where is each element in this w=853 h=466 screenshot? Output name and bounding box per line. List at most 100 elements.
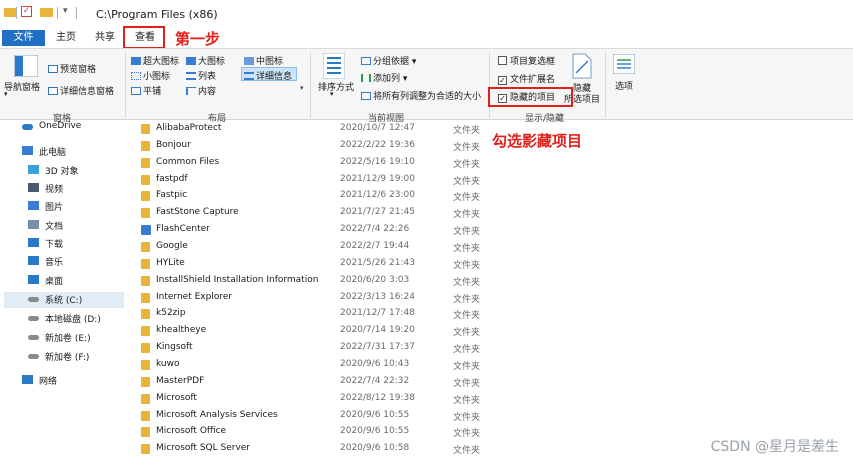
navigation-pane-dropdown-icon[interactable]: ▾ [4, 90, 8, 98]
sort-by-icon[interactable] [323, 53, 345, 79]
file-type: 文件夹 [453, 429, 481, 440]
layout-large-icons[interactable]: 大图标 [186, 54, 225, 67]
file-type: 文件夹 [453, 446, 481, 457]
file-name: Kingsoft [156, 342, 193, 353]
navigation-pane-icon[interactable] [14, 55, 38, 77]
file-type: 文件夹 [453, 210, 481, 221]
layout-details[interactable]: 详细信息 [244, 69, 292, 82]
file-type: 文件夹 [453, 395, 481, 406]
file-date: 2020/9/6 10:55 [340, 409, 410, 420]
drive-icon [28, 297, 39, 302]
fit-columns-button[interactable]: 将所有列调整为合适的大小 [361, 89, 481, 102]
preview-pane-label: 预览窗格 [60, 65, 97, 75]
file-type: 文件夹 [453, 193, 481, 204]
file-row[interactable]: HYLite 2021/5/26 21:43 文件夹 [140, 256, 490, 272]
separator [76, 7, 77, 19]
properties-check-icon[interactable]: ✓ [21, 6, 32, 17]
video-icon [28, 183, 39, 192]
watermark: CSDN @星月是差生 [710, 439, 839, 455]
file-row[interactable]: Microsoft Office 2020/9/6 10:55 文件夹 [140, 424, 490, 440]
group-by-button[interactable]: 分组依据 ▾ [361, 54, 416, 67]
drive-icon [28, 316, 39, 321]
download-icon [28, 238, 39, 247]
add-column-button[interactable]: 添加列 ▾ [361, 71, 407, 84]
label: 小图标 [143, 72, 171, 82]
file-name: FastStone Capture [156, 207, 239, 218]
file-extensions-toggle[interactable]: ✓ 文件扩展名 [498, 72, 555, 85]
nav-item-label: 新加卷 (E:) [45, 334, 91, 344]
layout-list[interactable]: 列表 [186, 69, 216, 82]
file-type: 文件夹 [453, 227, 481, 238]
layout-content[interactable]: 内容 [186, 84, 216, 97]
sort-by-dropdown-icon[interactable]: ▾ [330, 90, 334, 98]
label: 文件扩展名 [510, 75, 556, 85]
file-type: 文件夹 [453, 142, 481, 153]
file-row[interactable]: Bonjour 2022/2/22 19:36 文件夹 [140, 138, 490, 154]
item-checkboxes-toggle[interactable]: 项目复选框 [498, 54, 555, 67]
file-row[interactable]: Internet Explorer 2022/3/13 16:24 文件夹 [140, 290, 490, 306]
file-row[interactable]: FastStone Capture 2021/7/27 21:45 文件夹 [140, 205, 490, 221]
options-icon[interactable] [613, 54, 635, 74]
file-name: InstallShield Installation Information [156, 274, 319, 285]
group-label-show-hide: 显示/隐藏 [525, 114, 565, 124]
file-type: 文件夹 [453, 378, 481, 389]
file-row[interactable]: Common Files 2022/5/16 19:10 文件夹 [140, 155, 490, 171]
label: 平铺 [143, 87, 162, 97]
file-row[interactable]: MasterPDF 2022/7/4 22:32 文件夹 [140, 374, 490, 390]
file-row[interactable]: Google 2022/2/7 19:44 文件夹 [140, 239, 490, 255]
file-date: 2022/7/4 22:32 [340, 375, 410, 386]
label: 内容 [198, 87, 217, 97]
file-name: HYLite [156, 257, 185, 268]
folder-icon [141, 174, 150, 185]
file-row[interactable]: fastpdf 2021/12/9 19:00 文件夹 [140, 172, 490, 188]
layout-extra-large-icons[interactable]: 超大图标 [131, 54, 179, 67]
file-row[interactable]: Kingsoft 2022/7/31 17:37 文件夹 [140, 340, 490, 356]
extra-large-icons-icon [131, 57, 141, 65]
file-row[interactable]: Microsoft SQL Server 2020/9/6 10:58 文件夹 [140, 441, 490, 457]
navigation-pane-button[interactable]: 导航窗格 [4, 80, 40, 93]
ribbon [0, 48, 853, 120]
file-row[interactable]: Fastpic 2021/12/6 23:00 文件夹 [140, 188, 490, 204]
group-separator [605, 52, 606, 118]
file-name: FlashCenter [156, 224, 210, 235]
sort-by-button[interactable]: 排序方式 [318, 80, 354, 93]
layout-tiles[interactable]: 平铺 [131, 84, 161, 97]
tab-share[interactable]: 共享 [91, 30, 119, 46]
details-pane-button[interactable]: 详细信息窗格 [48, 84, 114, 97]
file-row[interactable]: khealtheye 2020/7/14 19:20 文件夹 [140, 323, 490, 339]
file-row[interactable]: InstallShield Installation Information 20… [140, 273, 490, 289]
tab-home[interactable]: 主页 [52, 30, 80, 46]
new-folder-icon[interactable] [40, 8, 53, 17]
file-row[interactable]: AlibabaProtect 2020/10/7 12:47 文件夹 [140, 121, 490, 137]
tab-file[interactable]: 文件 [2, 30, 45, 46]
label: 添加列 [373, 74, 401, 84]
file-row[interactable]: Microsoft 2022/8/12 19:38 文件夹 [140, 391, 490, 407]
computer-icon [22, 146, 33, 155]
file-name: Common Files [156, 156, 220, 167]
nav-item-label: 视频 [45, 185, 64, 195]
options-button[interactable]: 选项 [615, 79, 633, 92]
file-row[interactable]: Microsoft Analysis Services 2020/9/6 10:5… [140, 408, 490, 424]
file-extensions-checkbox[interactable]: ✓ [498, 76, 507, 85]
file-type: 文件夹 [453, 311, 481, 322]
file-name: MasterPDF [156, 375, 205, 386]
layout-medium-icons[interactable]: 中图标 [244, 54, 283, 67]
file-date: 2020/7/14 19:20 [340, 325, 415, 336]
annotation-check-hidden: 勾选影藏项目 [492, 132, 583, 150]
layout-small-icons[interactable]: 小图标 [131, 69, 170, 82]
file-name: khealtheye [156, 325, 207, 336]
quick-access-dropdown-icon[interactable]: ▾ [63, 6, 68, 16]
tiles-icon [131, 87, 141, 95]
group-separator [125, 52, 126, 118]
item-checkboxes-checkbox[interactable] [498, 56, 507, 65]
file-row[interactable]: FlashCenter 2022/7/4 22:26 文件夹 [140, 222, 490, 238]
file-type: 文件夹 [453, 361, 481, 372]
folder-icon [141, 124, 150, 134]
file-row[interactable]: kuwo 2020/9/6 10:43 文件夹 [140, 357, 490, 373]
hide-selected-icon[interactable] [572, 53, 592, 79]
preview-pane-button[interactable]: 预览窗格 [48, 62, 96, 75]
file-name: fastpdf [156, 173, 188, 184]
file-date: 2022/7/4 22:26 [340, 224, 410, 235]
file-row[interactable]: k52zip 2021/12/7 17:48 文件夹 [140, 306, 490, 322]
layout-more-dropdown-icon[interactable]: ▾ [300, 84, 304, 92]
